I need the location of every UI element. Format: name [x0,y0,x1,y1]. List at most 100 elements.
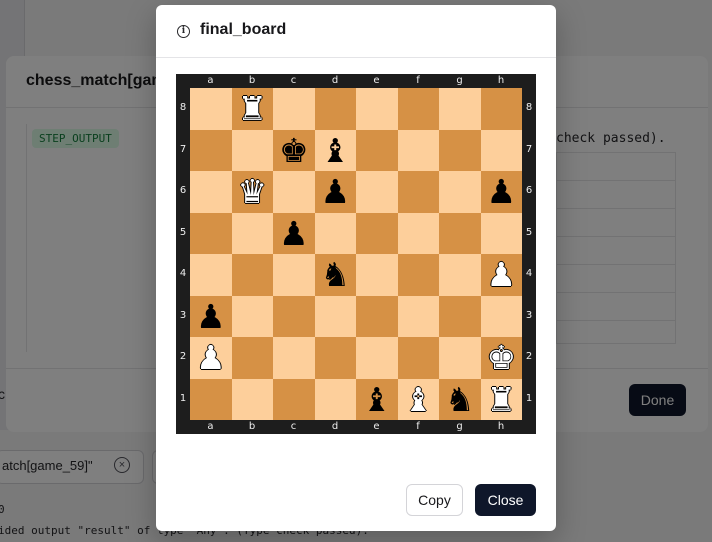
square-e8[interactable] [356,88,398,130]
white-pawn-icon[interactable]: ♟ [196,341,226,374]
white-rook-icon[interactable]: ♜ [486,383,516,416]
square-a8[interactable] [190,88,232,130]
white-pawn-icon[interactable]: ♟ [486,258,516,291]
square-b4[interactable] [231,254,273,296]
square-d1[interactable] [314,378,356,420]
square-h6[interactable]: ♟ [480,171,522,213]
square-g1[interactable]: ♞ [439,378,481,420]
square-b1[interactable] [231,378,273,420]
square-a6[interactable] [190,171,232,213]
square-f4[interactable] [397,254,439,296]
file-label-b: b [248,421,256,432]
square-c3[interactable] [273,295,315,337]
square-f2[interactable] [397,337,439,379]
rank-label-1: 1 [179,392,187,404]
square-e7[interactable] [356,129,398,171]
square-g5[interactable] [439,212,481,254]
white-bishop-icon[interactable]: ♝ [403,383,433,416]
rank-label-7: 7 [179,143,187,155]
square-a1[interactable] [190,378,232,420]
square-d7[interactable]: ♝ [314,129,356,171]
black-pawn-icon[interactable]: ♟ [486,175,516,208]
square-h7[interactable] [480,129,522,171]
black-king-icon[interactable]: ♚ [279,134,309,167]
square-h4[interactable]: ♟ [480,254,522,296]
final-board-modal: i final_board ♜ ♚ ♝ ♛ ♟ ♟ ♟ ♞ ♟ ♟ ♟ ♚ ♝ ♝ ♞ ♜ a a b b c c d d e… [156,5,556,531]
square-a2[interactable]: ♟ [190,337,232,379]
black-pawn-icon[interactable]: ♟ [196,300,226,333]
square-b3[interactable] [231,295,273,337]
square-a4[interactable] [190,254,232,296]
black-knight-icon[interactable]: ♞ [445,383,475,416]
info-icon: i [177,25,190,38]
square-c5[interactable]: ♟ [273,212,315,254]
file-label-a: a [207,421,214,432]
square-c1[interactable] [273,378,315,420]
square-g6[interactable] [439,171,481,213]
square-h5[interactable] [480,212,522,254]
rank-label-3: 3 [179,309,187,321]
square-b6[interactable]: ♛ [231,171,273,213]
rank-label-5: 5 [179,226,187,238]
square-c6[interactable] [273,171,315,213]
square-c2[interactable] [273,337,315,379]
rank-label-6: 6 [179,185,187,196]
square-d8[interactable] [314,88,356,130]
square-b8[interactable]: ♜ [231,88,273,130]
square-f3[interactable] [397,295,439,337]
black-bishop-icon[interactable]: ♝ [362,383,392,416]
white-king-icon[interactable]: ♚ [486,341,516,374]
square-f6[interactable] [397,171,439,213]
square-c4[interactable] [273,254,315,296]
square-a5[interactable] [190,212,232,254]
file-label-b: b [248,75,256,86]
file-label-a: a [207,75,214,86]
rank-label-1: 1 [525,392,533,404]
square-e5[interactable] [356,212,398,254]
rank-label-2: 2 [525,351,533,362]
square-g3[interactable] [439,295,481,337]
square-b7[interactable] [231,129,273,171]
white-rook-icon[interactable]: ♜ [237,92,267,125]
square-f1[interactable]: ♝ [397,378,439,420]
square-d3[interactable] [314,295,356,337]
square-f8[interactable] [397,88,439,130]
modal-title: final_board [200,21,287,38]
square-g4[interactable] [439,254,481,296]
rank-label-6: 6 [525,185,533,196]
black-bishop-icon[interactable]: ♝ [320,134,350,167]
file-label-d: d [331,421,339,432]
square-d2[interactable] [314,337,356,379]
square-h3[interactable] [480,295,522,337]
square-e4[interactable] [356,254,398,296]
copy-button[interactable]: Copy [406,484,463,516]
square-h1[interactable]: ♜ [480,378,522,420]
square-g7[interactable] [439,129,481,171]
square-e2[interactable] [356,337,398,379]
square-f7[interactable] [397,129,439,171]
square-d5[interactable] [314,212,356,254]
square-h2[interactable]: ♚ [480,337,522,379]
black-pawn-icon[interactable]: ♟ [279,217,309,250]
square-g2[interactable] [439,337,481,379]
square-c7[interactable]: ♚ [273,129,315,171]
file-label-g: g [456,75,463,86]
square-f5[interactable] [397,212,439,254]
close-button[interactable]: Close [475,484,536,516]
square-h8[interactable] [480,88,522,130]
modal-header: i final_board [156,5,556,58]
square-b5[interactable] [231,212,273,254]
square-e1[interactable]: ♝ [356,378,398,420]
square-d4[interactable]: ♞ [314,254,356,296]
square-c8[interactable] [273,88,315,130]
white-queen-icon[interactable]: ♛ [237,175,267,208]
square-e6[interactable] [356,171,398,213]
square-d6[interactable]: ♟ [314,171,356,213]
square-b2[interactable] [231,337,273,379]
square-a7[interactable] [190,129,232,171]
black-pawn-icon[interactable]: ♟ [320,175,350,208]
square-e3[interactable] [356,295,398,337]
square-g8[interactable] [439,88,481,130]
black-knight-icon[interactable]: ♞ [320,258,350,291]
square-a3[interactable]: ♟ [190,295,232,337]
